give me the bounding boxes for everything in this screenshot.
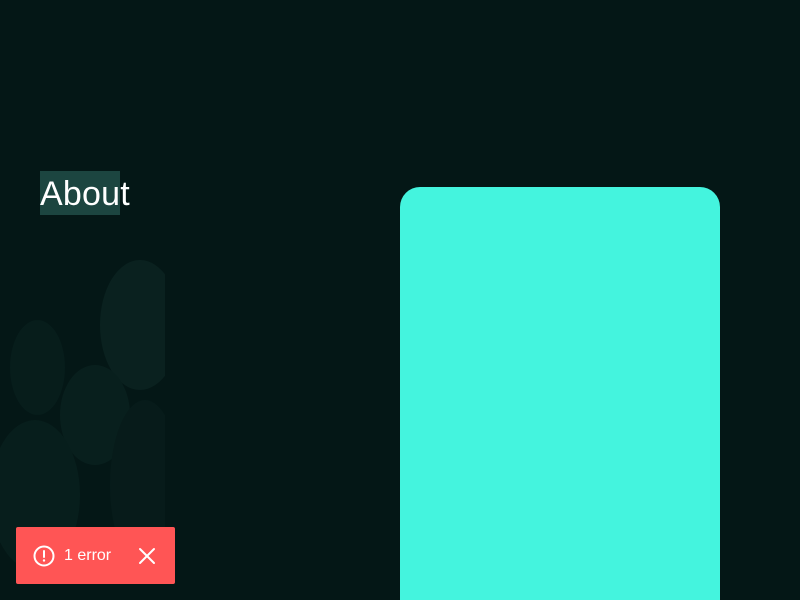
close-icon[interactable]: [135, 544, 159, 568]
alert-circle-icon: [32, 544, 56, 568]
error-toast-button[interactable]: 1 error: [16, 527, 175, 584]
error-count-label: 1 error: [64, 546, 112, 564]
photo-shape: [10, 320, 65, 415]
page: About 1 error: [0, 0, 800, 600]
accent-card: [400, 187, 720, 600]
page-title: About: [40, 175, 130, 213]
